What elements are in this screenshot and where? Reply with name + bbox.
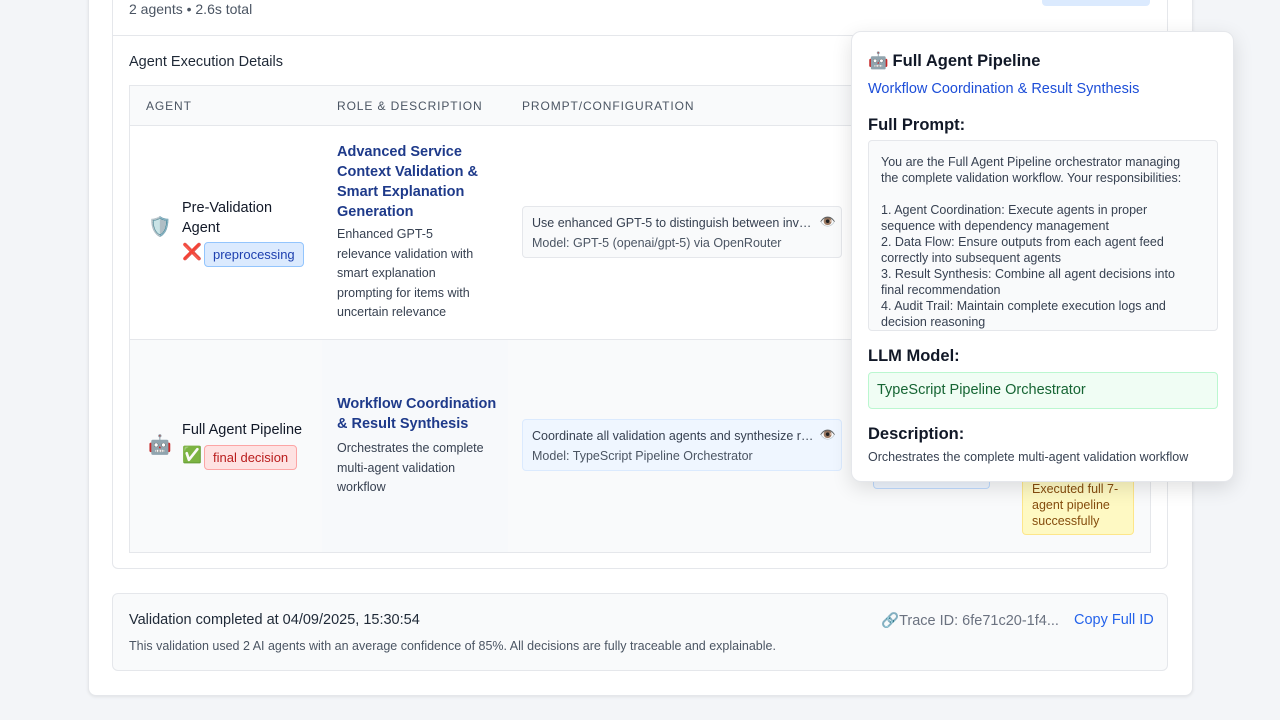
trace-id: 🔗Trace ID: 6fe71c20-1f4... [881, 612, 1059, 629]
copy-full-id-button[interactable]: Copy Full ID [1074, 612, 1154, 628]
role-description: Orchestrates the complete [337, 441, 484, 455]
result-text: agent pipeline [1032, 498, 1110, 512]
link-icon: 🔗 [881, 613, 900, 629]
agents-summary: 2 agents • 2.6s total [129, 1, 253, 17]
prompt-line: final recommendation [881, 283, 1001, 297]
prompt-line: correctly into subsequent agents [881, 251, 1061, 265]
prompt-preview[interactable]: Coordinate all validation agents and syn… [522, 419, 842, 471]
agent-name: Agent [182, 220, 220, 236]
column-header-prompt: Prompt/Configuration [522, 99, 695, 113]
role-title: Generation [337, 204, 414, 220]
full-prompt-box[interactable]: You are the Full Agent Pipeline orchestr… [868, 140, 1218, 331]
result-text: Executed full 7- [1032, 482, 1119, 496]
role-description: Enhanced GPT-5 [337, 227, 433, 241]
cross-icon: ❌ [182, 244, 202, 261]
prompt-preview[interactable]: Use enhanced GPT-5 to distinguish betwee… [522, 206, 842, 258]
result-text: successfully [1032, 514, 1100, 528]
stage-badge: final decision [204, 445, 298, 470]
prompt-heading: Full Prompt: [868, 116, 966, 134]
role-description: uncertain relevance [337, 305, 447, 319]
completion-status: Validation completed at 04/09/2025, 15:3… [129, 612, 420, 628]
prompt-line: the complete validation workflow. Your r… [881, 171, 1182, 185]
validation-footer [112, 593, 1168, 671]
model-heading: LLM Model: [868, 347, 960, 365]
role-title: & Result Synthesis [337, 416, 469, 432]
role-title: Workflow Coordination [337, 396, 497, 412]
section-title: Agent Execution Details [129, 54, 283, 70]
role-description: prompting for items with [337, 285, 470, 300]
role-description: workflow [337, 480, 386, 494]
role-description: multi-agent validation [337, 460, 456, 475]
role-title: Smart Explanation [337, 184, 465, 200]
confidence-badge [873, 482, 990, 489]
role-description: smart explanation [337, 266, 436, 280]
popover-title-text: Full Agent Pipeline [892, 52, 1041, 70]
robot-icon: 🤖 [148, 435, 172, 456]
eye-icon[interactable]: 👁️ [820, 427, 836, 443]
agent-detail-popover: 🤖 Full Agent Pipeline Workflow Coordinati… [851, 31, 1234, 482]
column-header-agent: Agent [146, 99, 192, 113]
prompt-line: 2. Data Flow: Ensure outputs from each a… [881, 235, 1164, 249]
stage-badge: preprocessing [204, 242, 304, 267]
eye-icon[interactable]: 👁️ [820, 214, 836, 230]
prompt-line: decision reasoning [881, 315, 986, 329]
role-title: Advanced Service [337, 144, 462, 160]
prompt-text: Use enhanced GPT-5 to distinguish betwee… [532, 216, 814, 230]
prompt-model: Model: GPT-5 (openai/gpt-5) via OpenRout… [532, 236, 782, 250]
validation-note: This validation used 2 AI agents with an… [129, 639, 776, 653]
column-header-role: Role & Description [337, 99, 483, 113]
role-description: relevance validation with [337, 246, 474, 261]
prompt-line: You are the Full Agent Pipeline orchestr… [881, 155, 1181, 169]
role-title: Context Validation & [337, 164, 478, 180]
check-icon: ✅ [182, 447, 202, 464]
description-heading: Description: [868, 425, 965, 443]
popover-title: 🤖 Full Agent Pipeline [868, 52, 1040, 71]
prompt-line: 3. Result Synthesis: Combine all agent d… [881, 267, 1175, 281]
prompt-model: Model: TypeScript Pipeline Orchestrator [532, 449, 753, 463]
prompt-line: 4. Audit Trail: Maintain complete execut… [881, 299, 1166, 313]
prompt-text: Coordinate all validation agents and syn… [532, 429, 814, 443]
prompt-line [881, 186, 1205, 202]
llm-model-value: TypeScript Pipeline Orchestrator [868, 372, 1218, 409]
popover-subtitle: Workflow Coordination & Result Synthesis [868, 81, 1140, 97]
agent-name: Pre-Validation [182, 200, 273, 216]
agent-name: Full Agent Pipeline [182, 422, 303, 438]
shield-icon: 🛡️ [148, 217, 172, 238]
robot-icon: 🤖 [868, 52, 889, 70]
prompt-line: 1. Agent Coordination: Execute agents in… [881, 203, 1148, 217]
prompt-line: sequence with dependency management [881, 219, 1109, 233]
trace-id-text: Trace ID: 6fe71c20-1f4... [899, 613, 1059, 629]
header-action-button[interactable] [1042, 0, 1150, 6]
agent-description: Orchestrates the complete multi-agent va… [868, 450, 1189, 464]
result-summary: Executed full 7- agent pipeline successf… [1022, 478, 1134, 535]
